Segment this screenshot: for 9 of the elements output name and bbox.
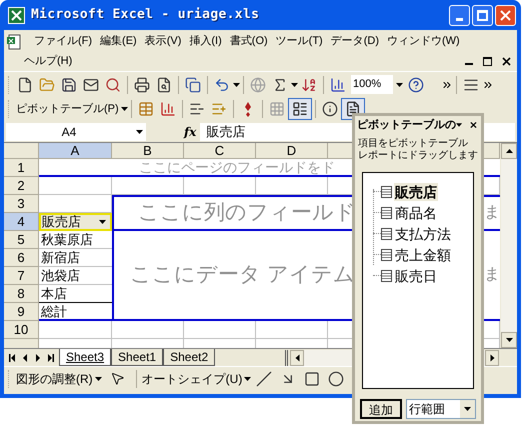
drop-hint: ま (484, 265, 500, 285)
drop-hint: ここにデータ アイテム (130, 262, 355, 288)
drop-hint: ここにページのフィールドをド (139, 158, 335, 176)
instructions: 項目をピボットテーブル (358, 138, 469, 150)
drop-hint: ま (484, 203, 500, 223)
drop-hint: ここに列のフィールド (138, 200, 356, 226)
panel-title: ピボットテーブルの (357, 118, 456, 133)
window-title: Microsoft Excel - uriage.xls (31, 6, 260, 24)
instructions: レポートにドラッグします (358, 150, 478, 162)
